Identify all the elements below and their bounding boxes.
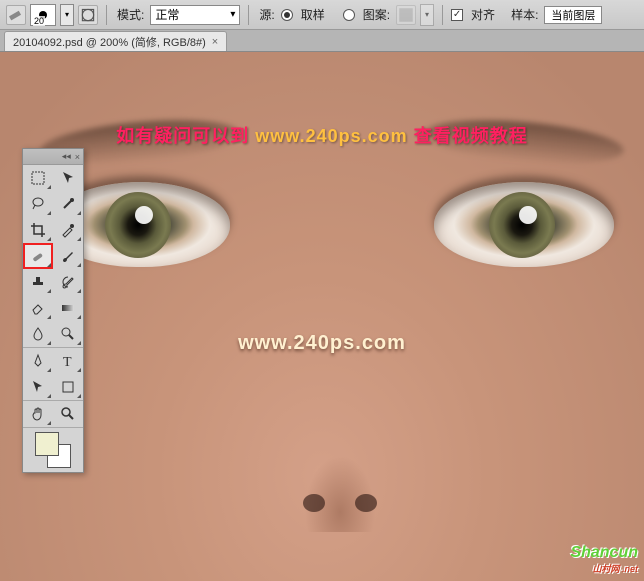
hand-tool[interactable] — [23, 401, 53, 427]
image-detail — [434, 182, 614, 267]
shape-tool[interactable] — [53, 374, 83, 400]
foreground-color-swatch[interactable] — [35, 432, 59, 456]
document-tab[interactable]: 20104092.psd @ 200% (简修, RGB/8#) × — [4, 31, 227, 51]
overlay-link: www.240ps.com — [255, 126, 407, 146]
healing-brush-tool[interactable] — [23, 243, 53, 269]
overlay-caption: 如有疑问可以到 www.240ps.com 查看视频教程 — [0, 122, 644, 148]
tool-preset-icon[interactable] — [6, 5, 26, 25]
mode-label: 模式: — [117, 6, 144, 23]
collapse-icon[interactable]: ◂◂ — [62, 151, 71, 162]
eraser-tool[interactable] — [23, 295, 53, 321]
type-tool[interactable]: T — [53, 348, 83, 374]
marquee-tool[interactable] — [23, 165, 53, 191]
brush-size-value: 20 — [33, 16, 45, 26]
image-detail — [285, 332, 395, 532]
overlay-text-a: 如有疑问可以到 — [116, 126, 249, 146]
separator — [248, 5, 249, 25]
source-sample-label: 取样 — [301, 6, 325, 23]
align-checkbox[interactable] — [451, 9, 463, 21]
pen-tool[interactable] — [23, 348, 53, 374]
close-icon[interactable]: × — [75, 152, 80, 162]
brush-panel-toggle-icon[interactable] — [78, 5, 98, 25]
tools-grid — [23, 165, 83, 347]
align-label: 对齐 — [471, 6, 495, 23]
lasso-tool[interactable] — [23, 191, 53, 217]
dodge-tool[interactable] — [53, 321, 83, 347]
separator — [106, 5, 107, 25]
mode-select[interactable]: 正常 — [150, 5, 240, 25]
mode-value: 正常 — [155, 6, 179, 23]
tools-grid-3 — [23, 401, 83, 427]
svg-text:T: T — [63, 355, 72, 369]
blur-tool[interactable] — [23, 321, 53, 347]
gradient-tool[interactable] — [53, 295, 83, 321]
overlay-text-b: 查看视频教程 — [414, 126, 528, 146]
tools-grid-2: T — [23, 348, 83, 400]
pattern-picker — [396, 5, 416, 25]
source-pattern-label: 图案: — [363, 6, 390, 23]
pattern-dropdown: ▾ — [420, 4, 434, 26]
site-watermark: Shancun — [570, 544, 638, 575]
tab-close-button[interactable]: × — [212, 36, 218, 48]
sample-value: 当前图层 — [551, 7, 595, 23]
sample-select[interactable]: 当前图层 — [544, 6, 602, 24]
history-brush-tool[interactable] — [53, 269, 83, 295]
tools-panel: ◂◂ × T — [22, 148, 84, 473]
options-bar: 20 ▾ 模式: 正常 源: 取样 图案: ▾ 对齐 样本: 当前图层 — [0, 0, 644, 30]
zoom-tool[interactable] — [53, 401, 83, 427]
document-tab-bar: 20104092.psd @ 200% (简修, RGB/8#) × — [0, 30, 644, 52]
eyedropper-tool[interactable] — [53, 217, 83, 243]
source-sample-radio[interactable] — [281, 9, 293, 21]
move-tool[interactable] — [53, 165, 83, 191]
crop-tool[interactable] — [23, 217, 53, 243]
sample-label: 样本: — [511, 6, 538, 23]
magic-wand-tool[interactable] — [53, 191, 83, 217]
clone-stamp-tool[interactable] — [23, 269, 53, 295]
overlay-watermark-url: www.240ps.com — [0, 332, 644, 355]
separator — [442, 5, 443, 25]
path-selection-tool[interactable] — [23, 374, 53, 400]
tools-panel-header[interactable]: ◂◂ × — [23, 149, 83, 165]
brush-dropdown[interactable]: ▾ — [60, 4, 74, 26]
brush-preview[interactable]: 20 — [30, 4, 56, 26]
source-label: 源: — [259, 6, 274, 23]
canvas[interactable]: 如有疑问可以到 www.240ps.com 查看视频教程 www.240ps.c… — [0, 52, 644, 581]
color-swatches — [23, 428, 83, 472]
tab-title: 20104092.psd @ 200% (简修, RGB/8#) — [13, 34, 206, 50]
brush-tool[interactable] — [53, 243, 83, 269]
source-pattern-radio[interactable] — [343, 9, 355, 21]
